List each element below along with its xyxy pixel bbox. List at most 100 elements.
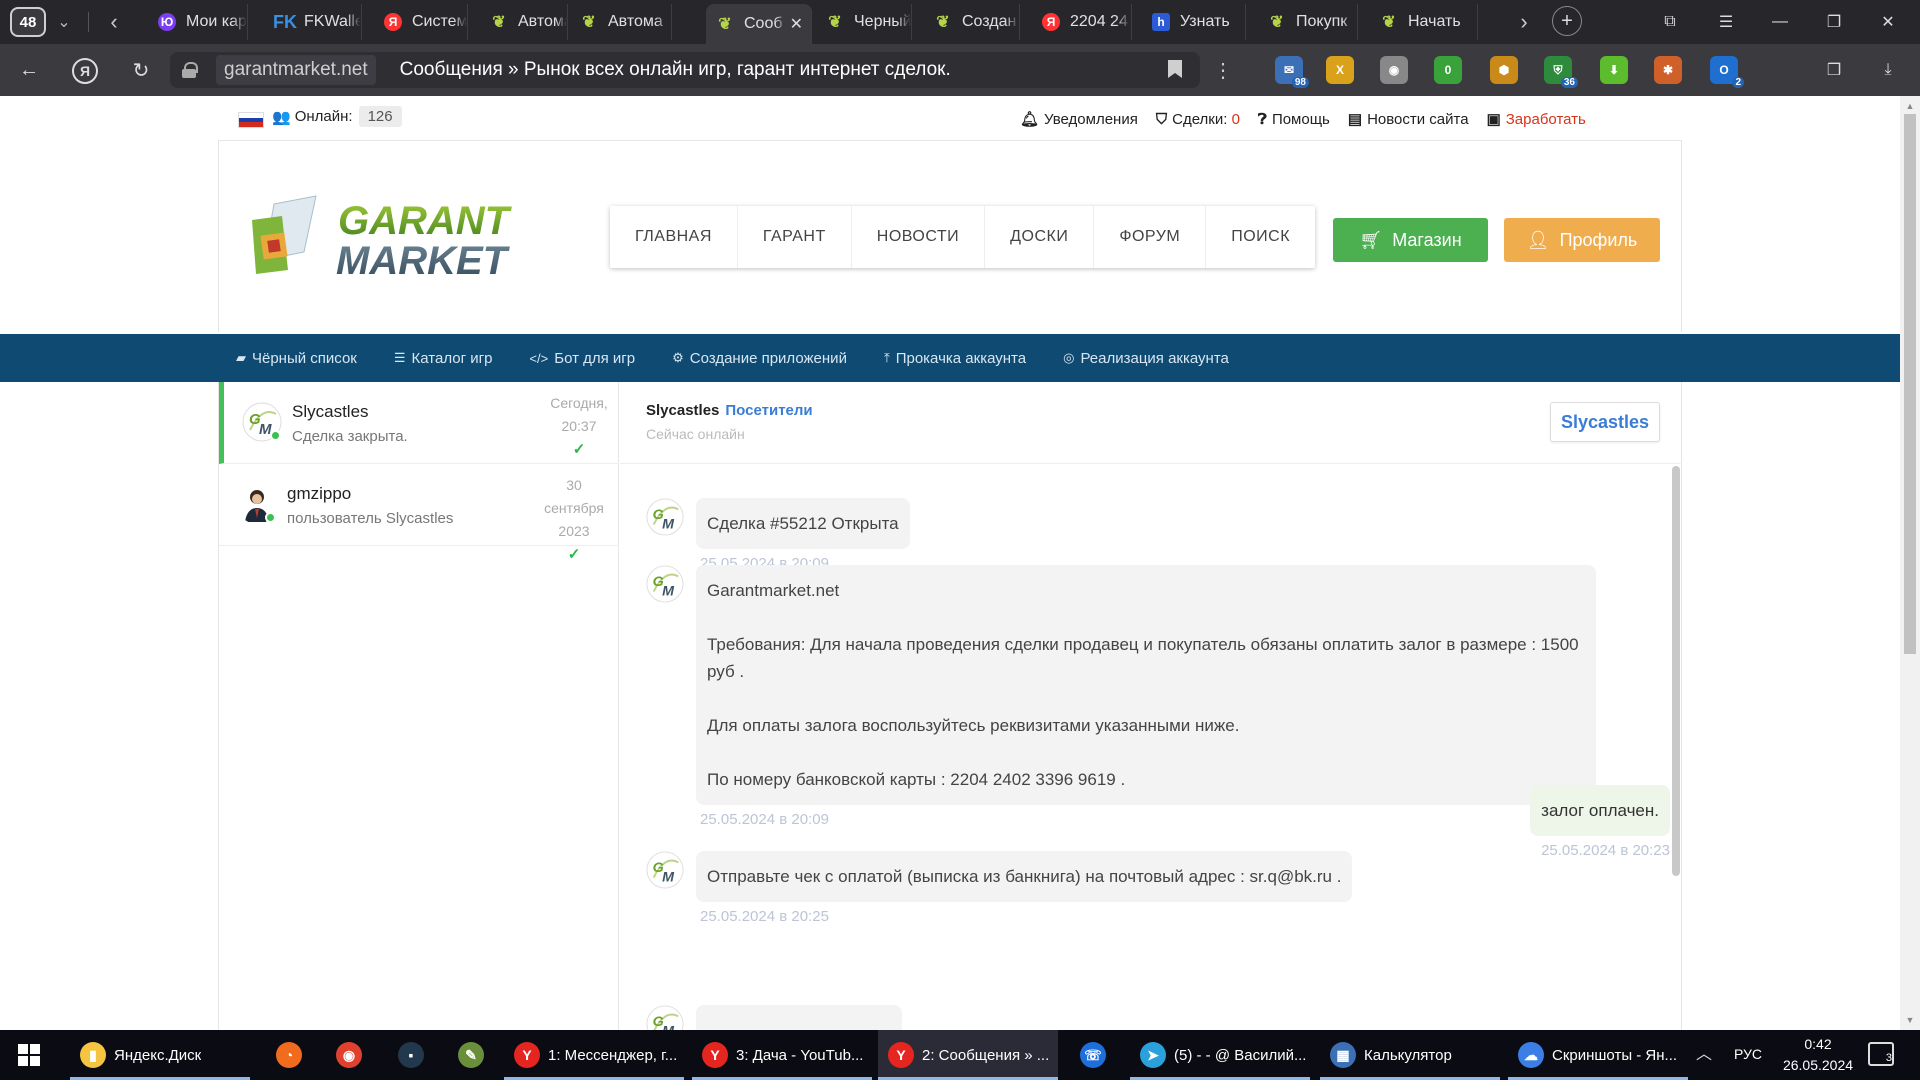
subnav-item[interactable]: ▰ Чёрный список [236, 350, 357, 367]
nav-item[interactable]: ГЛАВНАЯ [610, 206, 738, 268]
message-scrollbar[interactable] [1672, 466, 1680, 876]
browser-tab[interactable]: ❦ Покупк [1258, 4, 1358, 40]
notifications-link[interactable]: 🔔︎ Уведомления [1020, 110, 1138, 129]
browser-tab[interactable]: Ю Мои кар [148, 4, 248, 40]
user-profile-button[interactable]: Slycastles [1550, 402, 1660, 442]
nav-item[interactable]: ГАРАНТ [738, 206, 852, 268]
extension-glyph: 0 [1444, 63, 1452, 77]
page-title-in-address: Сообщения » Рынок всех онлайн игр, гаран… [399, 59, 951, 80]
reload-button[interactable]: ↻ [126, 56, 156, 84]
nav-item[interactable]: НОВОСТИ [852, 206, 986, 268]
close-window-button[interactable]: ✕ [1870, 8, 1906, 36]
taskbar-app[interactable]: ➤ (5) - - @ Василий... [1130, 1030, 1310, 1080]
scroll-down-icon[interactable]: ▼ [1900, 1012, 1920, 1028]
tray-clock[interactable]: 0:42 26.05.2024 [1775, 1034, 1861, 1076]
tray-chevron-up-icon[interactable]: ︿ [1696, 1040, 1712, 1064]
taskbar-app[interactable]: ◔ [264, 1030, 314, 1080]
deals-link[interactable]: ⛉ Сделки: 0 [1156, 110, 1240, 128]
conversation-item[interactable]: G M Slycastles Сделка закрыта. Сегодня, 20:37… [219, 382, 619, 464]
nav-item[interactable]: ПОИСК [1206, 206, 1315, 268]
profile-button[interactable]: 👤︎ Профиль [1504, 218, 1660, 262]
taskbar-app[interactable]: ◉ [324, 1030, 374, 1080]
help-link[interactable]: ❓︎ Помощь [1258, 110, 1330, 128]
taskbar-app[interactable]: Y 3: Дача - YouTub... [692, 1030, 872, 1080]
collections-icon[interactable]: ⧉ [1652, 8, 1688, 36]
taskbar-app[interactable]: ✎ [446, 1030, 496, 1080]
sender-avatar[interactable]: GM [646, 498, 684, 536]
taskbar-app[interactable]: ☏ [1068, 1030, 1118, 1080]
browser-tab[interactable]: ❦ Автома [570, 4, 672, 40]
tab-count-button[interactable]: 48 [10, 7, 46, 37]
taskbar-app[interactable]: ☁ Скриншоты - Ян... [1508, 1030, 1688, 1080]
chevron-down-icon[interactable]: ⌄ [50, 8, 78, 36]
taskbar-app[interactable]: ▦ Калькулятор [1320, 1030, 1500, 1080]
browser-tab[interactable]: ❦ Автома [480, 4, 568, 40]
browser-tab[interactable]: FK FKWalle [266, 4, 362, 40]
sender-avatar[interactable]: GM [646, 851, 684, 889]
taskbar-app[interactable]: Y 1: Мессенджер, г... [504, 1030, 684, 1080]
excel-ext-icon[interactable]: X [1326, 56, 1354, 84]
browser-tab[interactable]: ❦ Создан [924, 4, 1020, 40]
sender-avatar[interactable]: GM [646, 565, 684, 603]
browser-tab[interactable]: ❦ Сооб ✕ [706, 4, 812, 44]
restore-button[interactable]: ❐ [1816, 8, 1852, 36]
taskbar-app-label: 1: Мессенджер, г... [548, 1046, 678, 1064]
visitors-link[interactable]: Посетители [725, 402, 812, 419]
windows-start-button[interactable] [0, 1030, 58, 1080]
puzzle-ext-icon[interactable]: ✱ [1654, 56, 1682, 84]
scroll-thumb[interactable] [1904, 114, 1916, 654]
lock-icon[interactable] [182, 62, 198, 78]
conversation-item[interactable]: gmzippo пользователь Slycastles 30 сентября… [219, 464, 619, 563]
hex-ext-icon[interactable]: ⬢ [1490, 56, 1518, 84]
reading-list-icon[interactable]: ❒ [1816, 56, 1852, 84]
browser-tab[interactable]: Я Систем [374, 4, 468, 40]
close-tab-icon[interactable]: ✕ [790, 14, 803, 34]
cart-icon: 🛒︎ [1359, 229, 1383, 250]
mail-ext-icon[interactable]: ✉ 98 [1275, 56, 1309, 88]
nav-item[interactable]: ФОРУМ [1094, 206, 1207, 268]
russian-flag-icon[interactable] [238, 112, 264, 128]
more-options-icon[interactable]: ⋮ [1210, 56, 1236, 84]
yandex-home-button[interactable]: Я [72, 58, 98, 84]
sender-avatar[interactable]: GM [646, 1005, 684, 1030]
back-button[interactable]: ← [14, 56, 44, 84]
taskbar-app[interactable]: ▮ Яндекс.Диск [70, 1030, 250, 1080]
browser-tab[interactable]: ❦ Начать [1370, 4, 1478, 40]
taskbar-app[interactable]: ▪ [386, 1030, 436, 1080]
outlook-ext-icon[interactable]: O2 [1710, 56, 1744, 88]
shield-ext-icon[interactable]: ⛨ 36 [1544, 56, 1578, 88]
address-field[interactable]: garantmarket.net Сообщения » Рынок всех … [170, 52, 1200, 88]
nav-item[interactable]: ДОСКИ [985, 206, 1095, 268]
subnav-item[interactable]: ☰ Каталог игр [394, 350, 493, 367]
download-ext-icon[interactable]: ⬇ [1600, 56, 1628, 84]
messages-panel: G M Slycastles Сделка закрыта. Сегодня, 20:37… [218, 382, 1682, 1030]
shop-button[interactable]: 🛒︎ Магазин [1333, 218, 1488, 262]
subnav-item[interactable]: ◎ Реализация аккаунта [1063, 350, 1229, 367]
downloads-icon[interactable]: ⤓ [1870, 56, 1906, 84]
chat-username[interactable]: Slycastles [646, 402, 719, 419]
tabs-scroll-left-icon[interactable]: ‹ [100, 8, 128, 36]
scroll-up-icon[interactable]: ▲ [1900, 98, 1920, 114]
address-host[interactable]: garantmarket.net [216, 55, 376, 85]
keyboard-language[interactable]: РУС [1734, 1046, 1762, 1062]
circle-ext-icon[interactable]: ◉ [1380, 56, 1408, 84]
subnav-item[interactable]: ⚙ Создание приложений [672, 350, 847, 367]
subnav-item[interactable]: </> Бот для игр [529, 350, 635, 367]
new-tab-button[interactable]: + [1552, 6, 1582, 36]
minimize-button[interactable]: — [1762, 8, 1798, 36]
taskbar-app[interactable]: Y 2: Сообщения » ... [878, 1030, 1058, 1080]
garantmarket-logo[interactable]: GARANT MARKET [246, 194, 546, 284]
bookmark-icon[interactable] [1168, 60, 1182, 78]
site-news-link[interactable]: ▤ Новости сайта [1348, 110, 1469, 129]
browser-tab[interactable]: h Узнать [1142, 4, 1246, 40]
conversation-time: Сегодня, 20:37 ✓ [524, 392, 634, 461]
browser-tab[interactable]: ❦ Черный [816, 4, 912, 40]
subnav-item[interactable]: ⤒ Прокачка аккаунта [884, 350, 1026, 367]
counter-ext-icon[interactable]: 0 [1434, 56, 1462, 84]
browser-tab[interactable]: Я 2204 24 [1032, 4, 1132, 40]
tabs-scroll-right-icon[interactable]: › [1510, 8, 1538, 36]
browser-menu-icon[interactable]: ☰ [1708, 8, 1744, 36]
earn-link[interactable]: ▣ Заработать [1487, 110, 1586, 129]
page-scrollbar[interactable]: ▲ ▼ [1900, 96, 1920, 1030]
notification-center-icon[interactable]: 3 [1868, 1042, 1894, 1066]
